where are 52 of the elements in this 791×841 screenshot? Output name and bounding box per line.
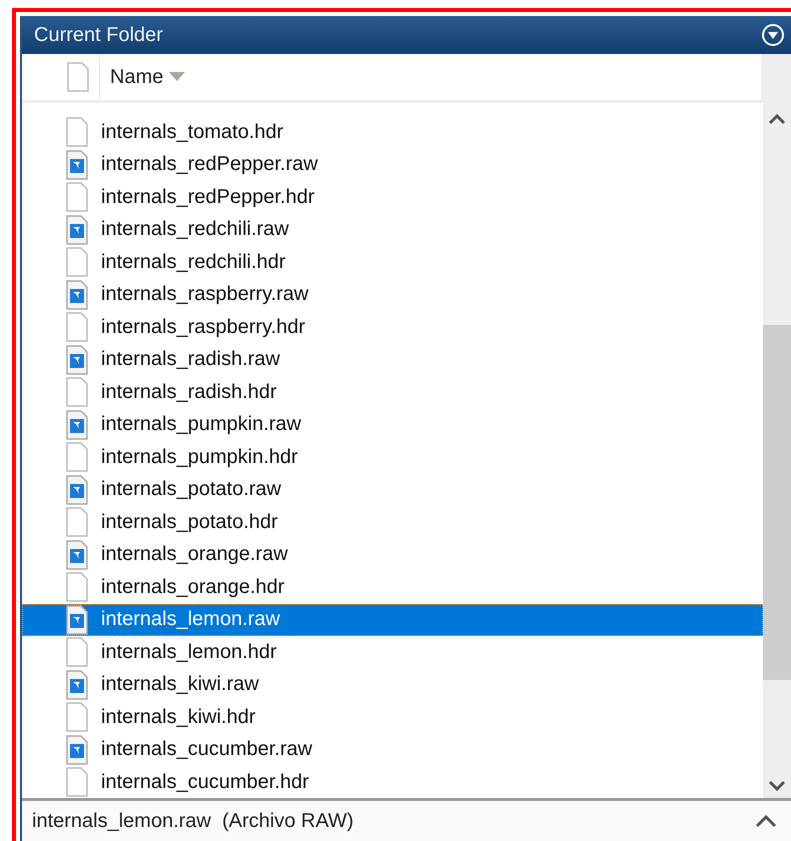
file-row[interactable]: internals_lemon.raw	[22, 604, 763, 636]
file-row[interactable]: internals_kiwi.raw	[22, 668, 763, 701]
file-row[interactable]: internals_pumpkin.hdr	[22, 441, 763, 474]
file-row[interactable]: internals_orange.hdr	[22, 571, 763, 604]
file-row[interactable]: internals_potato.raw	[22, 474, 763, 506]
file-row[interactable]: internals_raspberry.raw	[22, 278, 763, 311]
file-row[interactable]: internals_redPepper.raw	[22, 148, 763, 181]
image-file-icon	[66, 734, 88, 765]
file-row[interactable]: internals_tomato.hdr	[22, 116, 763, 148]
details-text: internals_lemon.raw (Archivo RAW)	[32, 810, 354, 832]
file-row[interactable]: internals_radish.hdr	[22, 376, 763, 408]
image-file-icon	[66, 670, 88, 700]
file-row[interactable]: internals_raspberry.hdr	[22, 311, 763, 344]
file-row[interactable]: internals_lemon.hdr	[22, 636, 763, 668]
panel-title: Current Folder	[34, 24, 163, 46]
image-file-icon	[66, 150, 88, 180]
file-row[interactable]: internals_redchili.hdr	[22, 246, 763, 278]
file-icon	[66, 182, 88, 212]
file-icon	[66, 572, 88, 602]
column-header[interactable]: Name	[100, 66, 761, 88]
file-row[interactable]: internals_redchili.raw	[22, 214, 763, 246]
file-icon	[66, 247, 88, 278]
file-row[interactable]: internals_kiwi.hdr	[22, 701, 763, 734]
file-icon	[66, 702, 88, 732]
file-icon	[66, 312, 88, 342]
file-icon	[66, 117, 88, 148]
image-file-icon	[66, 344, 88, 375]
scroll-thumb[interactable]	[763, 325, 791, 680]
file-row[interactable]: internals_pumpkin.raw	[22, 408, 763, 441]
image-file-icon	[66, 474, 88, 505]
image-file-icon	[66, 540, 88, 570]
file-row[interactable]: internals_cucumber.raw	[22, 734, 763, 766]
file-row[interactable]: internals_potato.hdr	[22, 506, 763, 538]
scroll-up-icon[interactable]	[768, 113, 786, 125]
dropdown-menu-icon[interactable]	[761, 23, 785, 47]
file-icon	[66, 507, 88, 538]
file-icon	[66, 442, 88, 472]
file-icon	[66, 377, 88, 408]
file-icon	[66, 637, 88, 668]
file-row[interactable]: internals_redPepper.hdr	[22, 181, 763, 214]
file-row[interactable]: internals_cucumber.hdr	[22, 766, 763, 798]
expand-up-icon[interactable]	[755, 814, 777, 828]
image-file-icon	[66, 280, 88, 310]
file-icon	[67, 62, 89, 92]
scroll-down-icon[interactable]	[768, 780, 786, 792]
file-row[interactable]: internals_orange.raw	[22, 538, 763, 571]
image-file-icon	[66, 214, 88, 245]
sort-arrow-icon	[169, 72, 186, 82]
image-file-icon	[66, 604, 88, 635]
scrollbar[interactable]	[763, 103, 791, 798]
file-row[interactable]: internals_radish.raw	[22, 344, 763, 376]
image-file-icon	[66, 410, 88, 440]
